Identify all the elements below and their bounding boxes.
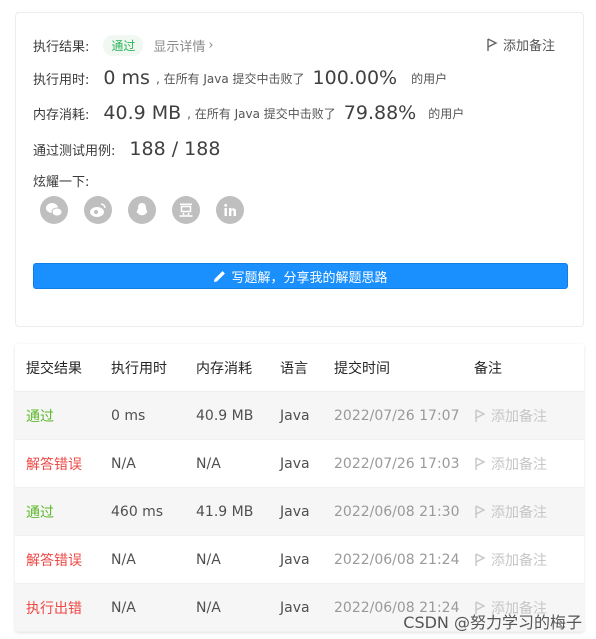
pencil-icon [214,270,226,282]
language-cell: Java [280,503,310,520]
add-note-label: 添加备注 [491,456,547,473]
flag-icon [475,456,486,470]
memory-prefix: , 在所有 Java 提交中击败了 [187,106,336,121]
header-status: 提交结果 [26,360,82,377]
runtime-value: 0 ms [103,67,150,89]
add-note-button[interactable]: 添加备注 [474,550,584,570]
flag-icon [475,408,486,422]
runtime-cell: N/A [111,455,136,472]
submit-time-cell: 2022/07/26 17:03 [334,455,460,472]
share-icons [40,196,244,224]
language-cell: Java [280,551,310,568]
flag-icon [475,504,486,518]
status-link[interactable]: 通过 [15,502,111,522]
add-note-button[interactable]: 添加备注 [474,502,584,522]
runtime-cell: N/A [111,599,136,616]
header-language: 语言 [280,360,308,377]
add-note-label: 添加备注 [491,504,547,521]
table-row[interactable]: 通过 460 ms 41.9 MB Java 2022/06/08 21:30 … [15,488,584,536]
table-row[interactable]: 通过 0 ms 40.9 MB Java 2022/07/26 17:07 添加… [15,392,584,440]
qq-icon[interactable] [128,196,156,224]
header-memory: 内存消耗 [196,360,252,377]
linkedin-icon[interactable] [216,196,244,224]
tests-label: 通过测试用例: [33,143,116,159]
language-cell: Java [280,407,310,424]
submissions-table: 提交结果 执行用时 内存消耗 语言 提交时间 备注 通过 0 ms 40.9 M… [15,344,584,632]
runtime-cell: N/A [111,551,136,568]
flag-icon [475,552,486,566]
chevron-right-icon: › [208,38,214,53]
runtime-prefix: , 在所有 Java 提交中击败了 [155,71,305,86]
add-note-label: 添加备注 [491,552,547,569]
memory-cell: N/A [196,455,221,472]
memory-value: 40.9 MB [103,102,182,124]
status-badge: 通过 [103,35,144,56]
result-label: 执行结果: [33,40,90,55]
runtime-suffix: 的用户 [411,71,448,86]
runtime-cell: 0 ms [111,407,146,424]
douban-icon[interactable] [172,196,200,224]
runtime-label: 执行用时: [33,72,90,88]
memory-percent: 79.88% [343,102,417,124]
memory-cell: N/A [196,551,221,568]
memory-cell: N/A [196,599,221,616]
memory-label: 内存消耗: [33,107,90,123]
watermark: CSDN @努力学习的梅子 [403,613,582,632]
header-submit-time: 提交时间 [334,360,390,377]
table-header: 提交结果 执行用时 内存消耗 语言 提交时间 备注 [15,344,584,392]
add-note-button[interactable]: 添加备注 [486,35,555,54]
runtime-cell: 460 ms [111,503,164,520]
memory-cell: 41.9 MB [196,503,254,520]
header-runtime: 执行用时 [111,360,167,377]
runtime-percent: 100.00% [312,67,398,89]
submit-time-cell: 2022/06/08 21:24 [334,551,460,568]
add-note-label: 添加备注 [502,39,555,54]
table-row[interactable]: 解答错误 N/A N/A Java 2022/06/08 21:24 添加备注 [15,536,584,584]
status-link[interactable]: 解答错误 [15,454,111,474]
flag-icon [487,37,498,51]
add-note-button[interactable]: 添加备注 [474,406,584,426]
result-card: 执行结果: 通过 显示详情 › 添加备注 执行用时: 0 ms , 在所有 Ja… [15,12,584,327]
share-row: 炫耀一下: [33,171,89,190]
add-note-button[interactable]: 添加备注 [474,454,584,474]
tests-row: 通过测试用例: 188 / 188 [33,138,220,160]
tests-value: 188 / 188 [129,138,221,160]
wechat-icon[interactable] [40,196,68,224]
write-solution-label: 写题解，分享我的解题思路 [231,270,388,286]
header-note: 备注 [474,360,502,377]
share-label: 炫耀一下: [33,175,90,190]
show-details-link[interactable]: 显示详情 › [153,36,213,55]
weibo-icon[interactable] [84,196,112,224]
submit-time-cell: 2022/06/08 21:30 [334,503,460,520]
language-cell: Java [280,599,310,616]
table-row[interactable]: 解答错误 N/A N/A Java 2022/07/26 17:03 添加备注 [15,440,584,488]
result-row: 执行结果: 通过 显示详情 › [33,35,214,56]
runtime-row: 执行用时: 0 ms , 在所有 Java 提交中击败了 100.00% 的用户 [33,67,447,89]
status-link[interactable]: 执行出错 [15,598,111,618]
add-note-label: 添加备注 [491,408,547,425]
status-link[interactable]: 通过 [15,406,111,426]
memory-suffix: 的用户 [428,106,465,121]
memory-cell: 40.9 MB [196,407,254,424]
show-details-label: 显示详情 [153,40,206,55]
status-link[interactable]: 解答错误 [15,550,111,570]
submit-time-cell: 2022/07/26 17:07 [334,407,460,424]
memory-row: 内存消耗: 40.9 MB , 在所有 Java 提交中击败了 79.88% 的… [33,102,464,124]
write-solution-button[interactable]: 写题解，分享我的解题思路 [33,263,568,289]
language-cell: Java [280,455,310,472]
